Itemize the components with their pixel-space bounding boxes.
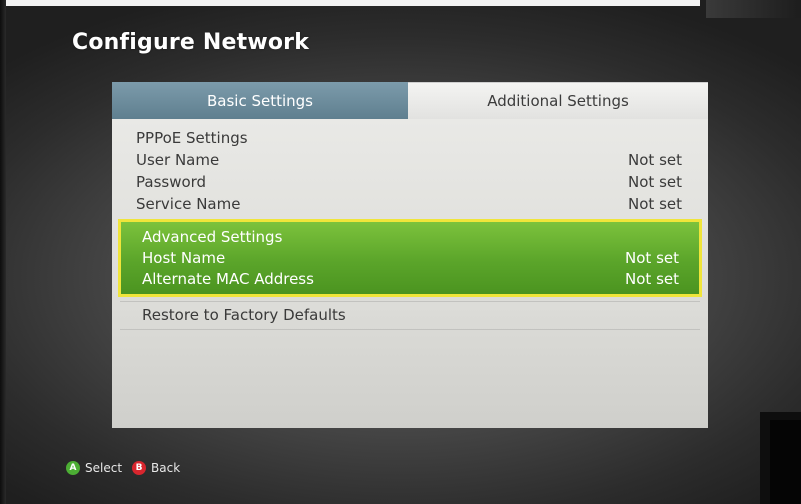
tab-label: Additional Settings	[487, 92, 629, 110]
tv-bezel-bottom-right-inner	[770, 420, 801, 504]
advanced-settings-group[interactable]: Advanced Settings Host Name Not set Alte…	[118, 219, 702, 297]
tab-basic-settings[interactable]: Basic Settings	[112, 82, 408, 119]
settings-list: PPPoE Settings User Name Not set Passwor…	[112, 119, 708, 428]
tab-label: Basic Settings	[206, 91, 313, 110]
restore-defaults-item[interactable]: Restore to Factory Defaults	[112, 304, 708, 326]
user-name-label: User Name	[136, 151, 220, 169]
alternate-mac-row: Alternate MAC Address Not set	[121, 268, 699, 289]
pppoe-heading-row: PPPoE Settings	[112, 127, 708, 149]
host-name-value: Not set	[625, 248, 679, 267]
back-hint[interactable]: Back	[151, 461, 180, 475]
tv-screen: Configure Network Basic Settings Additio…	[0, 0, 801, 504]
tv-bezel-top-right	[706, 0, 801, 18]
pppoe-heading: PPPoE Settings	[136, 129, 248, 147]
divider	[120, 329, 700, 330]
service-name-row: Service Name Not set	[112, 193, 708, 215]
settings-panel: Basic Settings Additional Settings PPPoE…	[112, 82, 708, 428]
a-button-icon: A	[66, 461, 80, 475]
tab-bar: Basic Settings Additional Settings	[112, 82, 708, 119]
user-name-value: Not set	[628, 151, 682, 169]
password-row: Password Not set	[112, 171, 708, 193]
tv-bezel-left	[0, 0, 6, 504]
pppoe-settings-group[interactable]: PPPoE Settings User Name Not set Passwor…	[112, 127, 708, 215]
advanced-heading-row: Advanced Settings	[121, 226, 699, 247]
page-title: Configure Network	[72, 30, 310, 55]
host-name-label: Host Name	[142, 248, 226, 267]
user-name-row: User Name Not set	[112, 149, 708, 171]
controller-hints: A Select B Back	[66, 461, 180, 475]
service-name-label: Service Name	[136, 195, 241, 213]
restore-label: Restore to Factory Defaults	[142, 306, 346, 324]
tab-additional-settings[interactable]: Additional Settings	[408, 82, 708, 119]
password-label: Password	[136, 173, 207, 191]
b-button-icon: B	[132, 461, 147, 475]
password-value: Not set	[628, 173, 682, 191]
host-name-row: Host Name Not set	[121, 247, 699, 268]
screen-glare	[0, 0, 700, 6]
advanced-heading: Advanced Settings	[142, 227, 283, 246]
divider	[120, 301, 700, 302]
alternate-mac-value: Not set	[625, 269, 679, 288]
select-hint[interactable]: Select	[85, 461, 122, 475]
restore-row: Restore to Factory Defaults	[112, 304, 708, 326]
alternate-mac-label: Alternate MAC Address	[142, 269, 314, 288]
service-name-value: Not set	[628, 195, 682, 213]
